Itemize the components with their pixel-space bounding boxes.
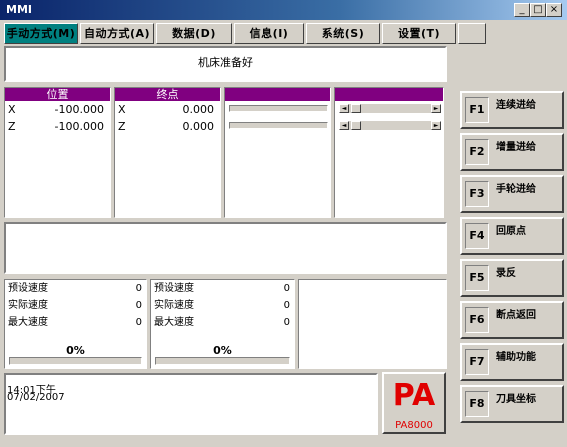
fkey-number: F3 [465,181,489,207]
fkey-f4[interactable]: F4 回原点 [460,217,564,255]
fkey-number: F8 [465,391,489,417]
endpoint-row-x: X 0.000 [115,101,220,118]
slider-thumb[interactable] [351,104,361,113]
fkey-label: 手轮进给 [496,184,536,195]
fkey-label: 增量进给 [496,142,536,153]
slider-thumb[interactable] [351,121,361,130]
position-header: 位置 [5,88,110,101]
tab-data[interactable]: 数据(D) [156,23,232,44]
endpoint-row-z: Z 0.000 [115,118,220,135]
tab-auto-mode[interactable]: 自动方式(A) [80,23,154,44]
load-bar-z [229,122,328,129]
maximize-button[interactable]: □ [530,3,546,17]
endpoint-panel: 终点 X 0.000 Z 0.000 [114,87,221,218]
window-title: MMI [6,3,32,16]
speed-row: 实际速度 0 [8,300,142,311]
speed-row: 实际速度 0 [154,300,290,311]
fkey-number: F6 [465,307,489,333]
close-button[interactable]: × [546,3,562,17]
position-row-x: X -100.000 [5,101,110,118]
logo-model: PA8000 [395,420,433,431]
axis-label: X [118,103,126,116]
fkey-f1[interactable]: F1 连续进给 [460,91,564,129]
speed-percent: 0% [66,344,85,357]
title-bar: MMI _ □ × [0,0,567,20]
status-message: 机床准备好 [198,56,253,69]
fkey-f8[interactable]: F8 刀具坐标 [460,385,564,423]
fkey-number: F5 [465,265,489,291]
position-panel: 位置 X -100.000 Z -100.000 [4,87,111,218]
clock-date: 07/02/2007 [7,392,65,403]
slider-right-arrow-icon[interactable]: ► [431,121,441,130]
message-area [4,222,447,274]
position-value: -100.000 [54,120,104,133]
slider-x[interactable]: ◄ ► [339,104,441,113]
menu-bar: 手动方式(M) 自动方式(A) 数据(D) 信息(I) 系统(S) 设置(T) [0,20,567,46]
fkey-label: 刀具坐标 [496,394,536,405]
tab-blank[interactable] [458,23,486,44]
slider-z[interactable]: ◄ ► [339,121,441,130]
axis-label: Z [8,120,16,133]
speed-panel-3 [298,279,447,369]
minimize-button[interactable]: _ [514,3,530,17]
speed-panel-1: 预设速度 0 实际速度 0 最大速度 0 0% [4,279,147,369]
load-bar-x [229,105,328,112]
logo-text: PA [392,378,436,413]
fkey-label: 辅助功能 [496,352,536,363]
tab-settings[interactable]: 设置(T) [382,23,456,44]
slider-right-arrow-icon[interactable]: ► [431,104,441,113]
fkey-f3[interactable]: F3 手轮进给 [460,175,564,213]
speed-row: 预设速度 0 [8,283,142,294]
fkey-number: F2 [465,139,489,165]
axis-label: Z [118,120,126,133]
fkey-number: F7 [465,349,489,375]
endpoint-header: 终点 [115,88,220,101]
fkey-f2[interactable]: F2 增量进给 [460,133,564,171]
speed-progress-bar [9,357,142,365]
tab-info[interactable]: 信息(I) [234,23,304,44]
fkey-number: F1 [465,97,489,123]
fkey-label: 回原点 [496,226,526,237]
speed-row: 最大速度 0 [8,317,142,328]
speed-percent: 0% [213,344,232,357]
speed-row: 预设速度 0 [154,283,290,294]
status-message-panel: 机床准备好 [4,46,447,82]
speed-progress-bar [155,357,290,365]
tab-system[interactable]: 系统(S) [306,23,380,44]
slider-left-arrow-icon[interactable]: ◄ [339,121,349,130]
position-value: -100.000 [54,103,104,116]
pa-logo: PA PA8000 [382,372,446,434]
fkey-label: 连续进给 [496,100,536,111]
fkey-f6[interactable]: F6 断点返回 [460,301,564,339]
sliders-header [335,88,443,101]
load-bars-panel [224,87,331,218]
clock-panel: 14:01下午 07/02/2007 [4,373,378,435]
fkey-number: F4 [465,223,489,249]
axis-label: X [8,103,16,116]
endpoint-value: 0.000 [182,103,215,116]
speed-panel-2: 预设速度 0 实际速度 0 最大速度 0 0% [150,279,295,369]
fkey-f7[interactable]: F7 辅助功能 [460,343,564,381]
load-bars-header [225,88,330,101]
sliders-panel: ◄ ► ◄ ► [334,87,444,218]
position-row-z: Z -100.000 [5,118,110,135]
tab-manual-mode[interactable]: 手动方式(M) [4,23,78,44]
fkey-label: 断点返回 [496,310,536,321]
slider-left-arrow-icon[interactable]: ◄ [339,104,349,113]
fkey-label: 录反 [496,268,516,279]
endpoint-value: 0.000 [182,120,215,133]
speed-row: 最大速度 0 [154,317,290,328]
fkey-f5[interactable]: F5 录反 [460,259,564,297]
